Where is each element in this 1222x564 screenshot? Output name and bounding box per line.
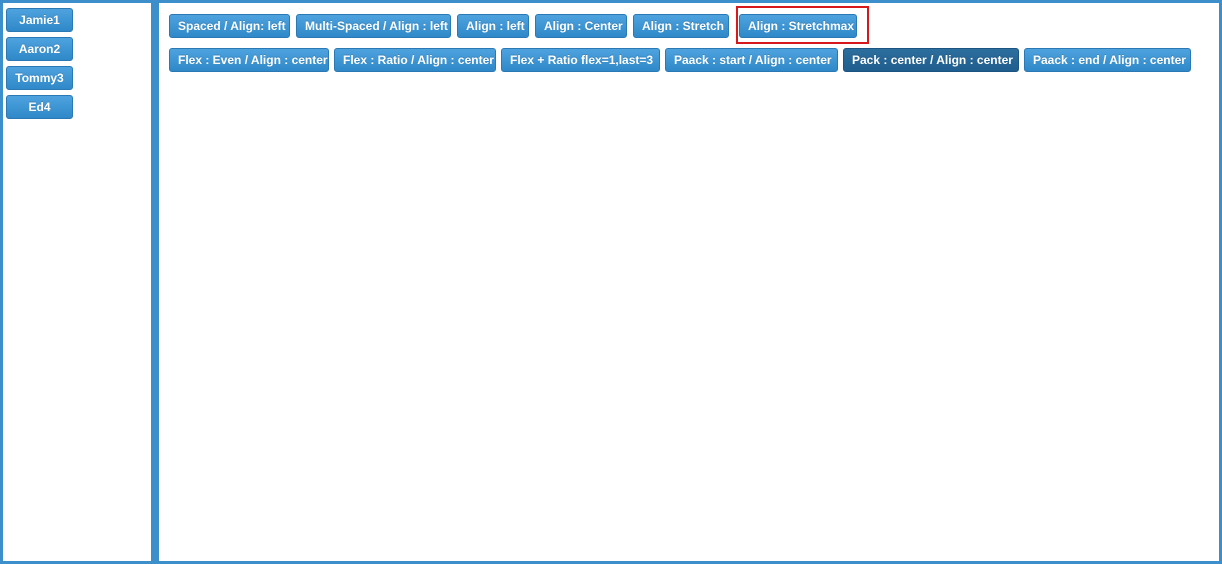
align-stretchmax-button[interactable]: Align : Stretchmax (739, 14, 857, 38)
sidebar-item-ed4[interactable]: Ed4 (6, 95, 73, 119)
pack-start-align-center-button[interactable]: Paack : start / Align : center (665, 48, 838, 72)
panel-divider[interactable] (151, 0, 159, 564)
spaced-align-left-button[interactable]: Spaced / Align: left (169, 14, 290, 38)
flex-ratio-align-center-button[interactable]: Flex : Ratio / Align : center (334, 48, 496, 72)
main-panel: Spaced / Align: left Multi-Spaced / Alig… (159, 3, 1219, 561)
sidebar-item-jamie1[interactable]: Jamie1 (6, 8, 73, 32)
sidebar: Jamie1 Aaron2 Tommy3 Ed4 (3, 3, 151, 561)
sidebar-item-aaron2[interactable]: Aaron2 (6, 37, 73, 61)
flex-even-align-center-button[interactable]: Flex : Even / Align : center (169, 48, 329, 72)
flex-ratio-flex-last-button[interactable]: Flex + Ratio flex=1,last=3 (501, 48, 660, 72)
align-center-button[interactable]: Align : Center (535, 14, 627, 38)
align-left-button[interactable]: Align : left (457, 14, 529, 38)
pack-end-align-center-button[interactable]: Paack : end / Align : center (1024, 48, 1191, 72)
sidebar-item-tommy3[interactable]: Tommy3 (6, 66, 73, 90)
align-stretch-button[interactable]: Align : Stretch (633, 14, 729, 38)
multi-spaced-align-left-button[interactable]: Multi-Spaced / Align : left (296, 14, 451, 38)
pack-center-align-center-button[interactable]: Pack : center / Align : center (843, 48, 1019, 72)
